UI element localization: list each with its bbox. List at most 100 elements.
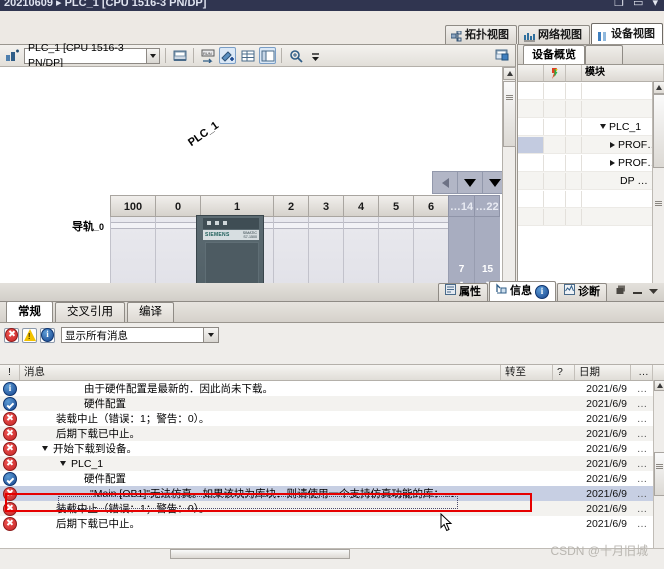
filter-error-button[interactable]	[4, 327, 19, 343]
chevron-down-icon[interactable]	[42, 446, 48, 451]
overview-row[interactable]	[518, 190, 664, 208]
device-overview-header: 模块	[518, 65, 664, 82]
chevron-right-icon[interactable]	[610, 141, 615, 148]
message-scroll-thumb[interactable]	[654, 452, 664, 496]
slot-header[interactable]: 2	[273, 195, 308, 217]
scroll-thumb[interactable]	[503, 81, 516, 147]
slot-header-group[interactable]: …22	[474, 195, 500, 217]
minimize-panel-icon[interactable]	[632, 285, 643, 299]
scroll-up-button[interactable]	[503, 67, 516, 80]
table-row[interactable]: 后期下载已中止。 2021/6/9 …	[0, 516, 664, 531]
overview-row-plc[interactable]: PLC_1	[518, 118, 664, 136]
tab-info[interactable]: 信息 i	[489, 281, 556, 301]
table-row[interactable]: i 由于硬件配置是最新的．因此尚未下载。 2021/6/9 …	[0, 381, 664, 396]
tab-network-view[interactable]: 网络视图	[518, 25, 590, 44]
cpu-brand-label: SIEMENS	[205, 232, 230, 238]
rack-expand-1-button[interactable]	[457, 171, 483, 194]
slot-header[interactable]: 6	[413, 195, 448, 217]
tab-properties-label: 属性	[459, 286, 481, 298]
overview-split-icon[interactable]	[259, 47, 276, 64]
overview-row[interactable]	[518, 100, 664, 118]
col-message[interactable]: 消息	[20, 365, 501, 380]
message-hscroll-thumb[interactable]	[170, 549, 350, 559]
row-more: …	[636, 487, 648, 500]
rearrange-icon[interactable]: RUN	[199, 47, 216, 64]
chevron-down-icon[interactable]	[60, 461, 66, 466]
row-more: …	[636, 502, 648, 515]
canvas-vertical-scrollbar[interactable]	[502, 67, 516, 293]
overview-row-profinet-2[interactable]: PROF…	[518, 154, 664, 172]
cpu-module-graphic[interactable]: SIEMENS SIMATIC S7-1500	[196, 215, 264, 293]
restore-panel-icon[interactable]	[616, 285, 627, 299]
table-row[interactable]: 开始下载到设备。 2021/6/9 …	[0, 441, 664, 456]
filter-info-button[interactable]: i	[40, 327, 55, 343]
device-select[interactable]: PLC_1 [CPU 1516-3 PN/DP]	[24, 42, 160, 69]
row-more: …	[636, 382, 648, 395]
col-more[interactable]: …	[631, 365, 653, 380]
table-row[interactable]: 硬件配置 2021/6/9 …	[0, 471, 664, 486]
slot-header-group[interactable]: …14	[448, 195, 474, 217]
subtab-compile[interactable]: 编译	[127, 302, 174, 322]
panel-menu-icon[interactable]	[648, 285, 659, 299]
message-filter-arrow[interactable]	[203, 328, 218, 342]
slot-header[interactable]: 5	[378, 195, 413, 217]
rack-slot[interactable]	[110, 217, 155, 293]
slot-header[interactable]: 3	[308, 195, 343, 217]
save-layout-icon[interactable]	[171, 47, 188, 64]
table-row[interactable]: 装载中止（错误：1；警告：0）。 2021/6/9 …	[0, 501, 664, 516]
slot-header[interactable]: 1	[200, 195, 273, 217]
network-connect-icon[interactable]	[4, 47, 21, 64]
chevron-down-icon[interactable]	[600, 124, 606, 129]
slot-header[interactable]: 0	[155, 195, 200, 217]
rack-slot[interactable]	[343, 217, 378, 293]
zoom-dropdown-icon[interactable]	[307, 47, 324, 64]
slot-header[interactable]: 4	[343, 195, 378, 217]
overview-row-dp[interactable]: DP …	[518, 172, 664, 190]
tab-diagnostics[interactable]: 诊断	[557, 283, 607, 301]
overview-row[interactable]	[518, 208, 664, 226]
rack-slot[interactable]	[378, 217, 413, 293]
col-goto[interactable]: 转至	[501, 365, 553, 380]
message-filter-select[interactable]: 显示所有消息	[61, 327, 219, 343]
chevron-right-icon[interactable]	[610, 159, 615, 166]
lock-layout-icon[interactable]	[494, 47, 511, 64]
table-row[interactable]: 后期下载已中止。 2021/6/9 …	[0, 426, 664, 441]
rack-slot[interactable]	[308, 217, 343, 293]
message-filter-bar: i 显示所有消息	[0, 323, 664, 345]
table-row-selected[interactable]: "Main [OB1]"无法仿真。如果该块为库块．则请使用一个支持仿真功能的库：…	[0, 486, 664, 501]
slot-header[interactable]: 100	[110, 195, 155, 217]
overview-row-profinet-1[interactable]: PROF…	[518, 136, 664, 154]
rack-slot-group[interactable]: 7 - 14	[448, 217, 474, 293]
tab-properties[interactable]: 属性	[438, 283, 488, 301]
rack-canvas[interactable]: PLC_1 导轨_0 100 0 1 2 3 4 5 6 …14 …22 7 1…	[0, 67, 502, 293]
overview-row[interactable]	[518, 82, 664, 100]
tab-device-view[interactable]: 设备视图	[591, 23, 663, 44]
grid-icon[interactable]	[239, 47, 256, 64]
table-row[interactable]: 硬件配置 2021/6/9 …	[0, 396, 664, 411]
rack-expand-2-button[interactable]	[482, 171, 502, 194]
rack-scroll-left-button[interactable]	[432, 171, 458, 194]
table-row[interactable]: PLC_1 2021/6/9 …	[0, 456, 664, 471]
message-scroll-up-button[interactable]	[654, 380, 664, 391]
message-vertical-scrollbar[interactable]	[653, 380, 664, 559]
rack-slot[interactable]	[273, 217, 308, 293]
filter-warning-button[interactable]	[22, 327, 37, 343]
tab-topology-view[interactable]: 拓扑视图	[445, 25, 517, 44]
download-icon[interactable]	[219, 47, 236, 64]
device-select-arrow[interactable]	[146, 48, 159, 63]
zoom-icon[interactable]	[287, 47, 304, 64]
subtab-general[interactable]: 常规	[6, 301, 53, 322]
overview-scroll-thumb[interactable]	[653, 94, 664, 168]
overview-scroll-up-button[interactable]	[653, 81, 664, 94]
col-date[interactable]: 日期	[575, 365, 631, 380]
rack-slot[interactable]	[413, 217, 448, 293]
tab-overview-placeholder[interactable]	[585, 45, 623, 64]
overview-vertical-scrollbar[interactable]	[652, 81, 664, 293]
window-controls[interactable]: ❐ ▭ ▾	[614, 0, 661, 9]
rack-slot[interactable]	[155, 217, 200, 293]
subtab-cross-reference[interactable]: 交叉引用	[55, 302, 125, 322]
col-status[interactable]: !	[0, 365, 20, 380]
table-row[interactable]: 装载中止（错误：1；警告：0）。 2021/6/9 …	[0, 411, 664, 426]
col-question[interactable]: ?	[553, 365, 575, 380]
tab-device-overview[interactable]: 设备概览	[523, 45, 585, 64]
